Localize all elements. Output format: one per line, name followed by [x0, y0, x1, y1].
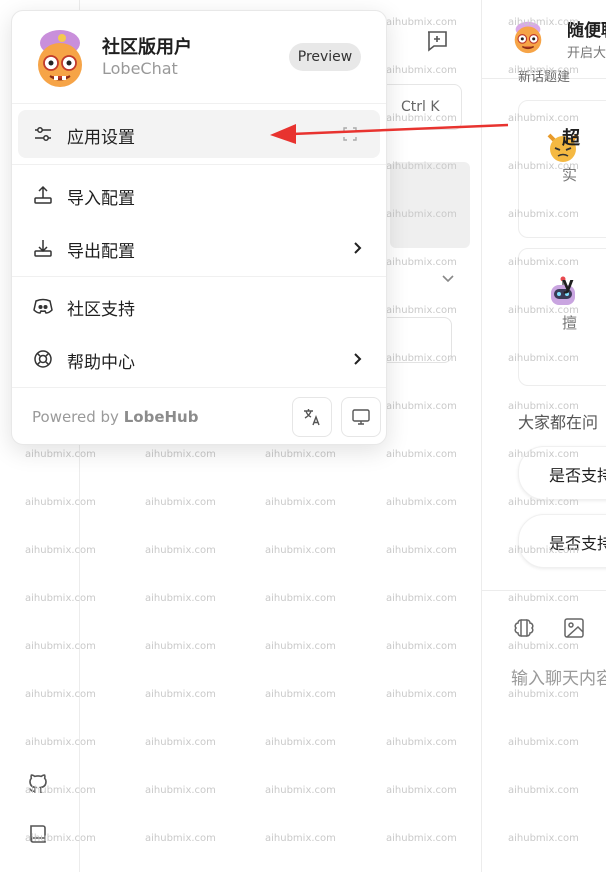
- menu-item-app-settings[interactable]: 应用设置: [18, 110, 380, 158]
- chat-title: 随便聊: [567, 21, 606, 41]
- preview-badge: Preview: [289, 43, 361, 71]
- lifebuoy-icon: [32, 348, 54, 370]
- menu-item-help-center[interactable]: 帮助中心: [18, 335, 380, 383]
- menu-item-label: 帮助中心: [67, 353, 135, 373]
- powered-prefix: Powered by: [32, 408, 119, 426]
- book-icon[interactable]: [26, 822, 50, 846]
- card-title: 超: [562, 128, 580, 149]
- chat-panel: 随便聊 开启大 新话题建 超 实 y 擅 大家都在问 是否支持 是否支持 输入聊…: [481, 0, 606, 872]
- menu-item-label: 应用设置: [67, 128, 135, 148]
- chat-subtitle: 开启大: [567, 46, 606, 61]
- expand-icon: [342, 126, 358, 142]
- github-icon[interactable]: [26, 772, 50, 796]
- user-subtitle: LobeChat: [102, 59, 178, 78]
- user-name: 社区版用户: [102, 37, 192, 58]
- question-text: 是否支持: [549, 534, 606, 553]
- export-icon: [32, 237, 54, 259]
- user-menu-popover: 社区版用户 LobeChat Preview 应用设置 导入配置 导出配置 社区…: [11, 10, 387, 445]
- divider: [12, 164, 386, 165]
- divider: [482, 590, 606, 591]
- menu-item-label: 社区支持: [67, 300, 135, 320]
- discord-icon: [32, 295, 54, 317]
- question-chip[interactable]: 是否支持: [518, 446, 606, 500]
- question-text: 是否支持: [549, 466, 606, 485]
- brain-icon[interactable]: [512, 616, 536, 640]
- divider: [12, 103, 386, 104]
- menu-item-community[interactable]: 社区支持: [18, 282, 380, 330]
- import-icon: [32, 184, 54, 206]
- chevron-down-icon[interactable]: [440, 270, 456, 286]
- translate-icon: [304, 409, 320, 426]
- language-button[interactable]: [292, 397, 332, 437]
- questions-heading: 大家都在问: [518, 413, 599, 432]
- menu-item-export[interactable]: 导出配置: [18, 224, 380, 272]
- section-heading: 新话题建: [518, 70, 571, 85]
- divider: [12, 276, 386, 277]
- session-item-selected[interactable]: [390, 162, 470, 248]
- menu-item-label: 导出配置: [67, 242, 135, 262]
- sliders-icon: [32, 123, 54, 145]
- monitor-icon: [352, 409, 370, 425]
- powered-brand: LobeHub: [123, 408, 199, 426]
- new-chat-icon[interactable]: [424, 28, 450, 54]
- theme-button[interactable]: [341, 397, 381, 437]
- card-subtitle: 实: [562, 166, 578, 184]
- divider: [12, 387, 386, 388]
- menu-item-label: 导入配置: [67, 189, 135, 209]
- chevron-right-icon: [348, 350, 366, 368]
- card-title: y: [562, 274, 574, 295]
- chat-input-placeholder[interactable]: 输入聊天内容: [511, 664, 606, 689]
- card-subtitle: 擅: [562, 314, 578, 332]
- assistant-avatar: [509, 18, 547, 56]
- chevron-right-icon: [348, 239, 366, 257]
- user-avatar: [32, 29, 88, 93]
- powered-by: Powered by LobeHub: [32, 408, 198, 426]
- question-chip[interactable]: 是否支持: [518, 514, 606, 568]
- shortcut-hint: Ctrl K: [401, 99, 440, 115]
- menu-item-import[interactable]: 导入配置: [18, 171, 380, 219]
- image-icon[interactable]: [562, 616, 586, 640]
